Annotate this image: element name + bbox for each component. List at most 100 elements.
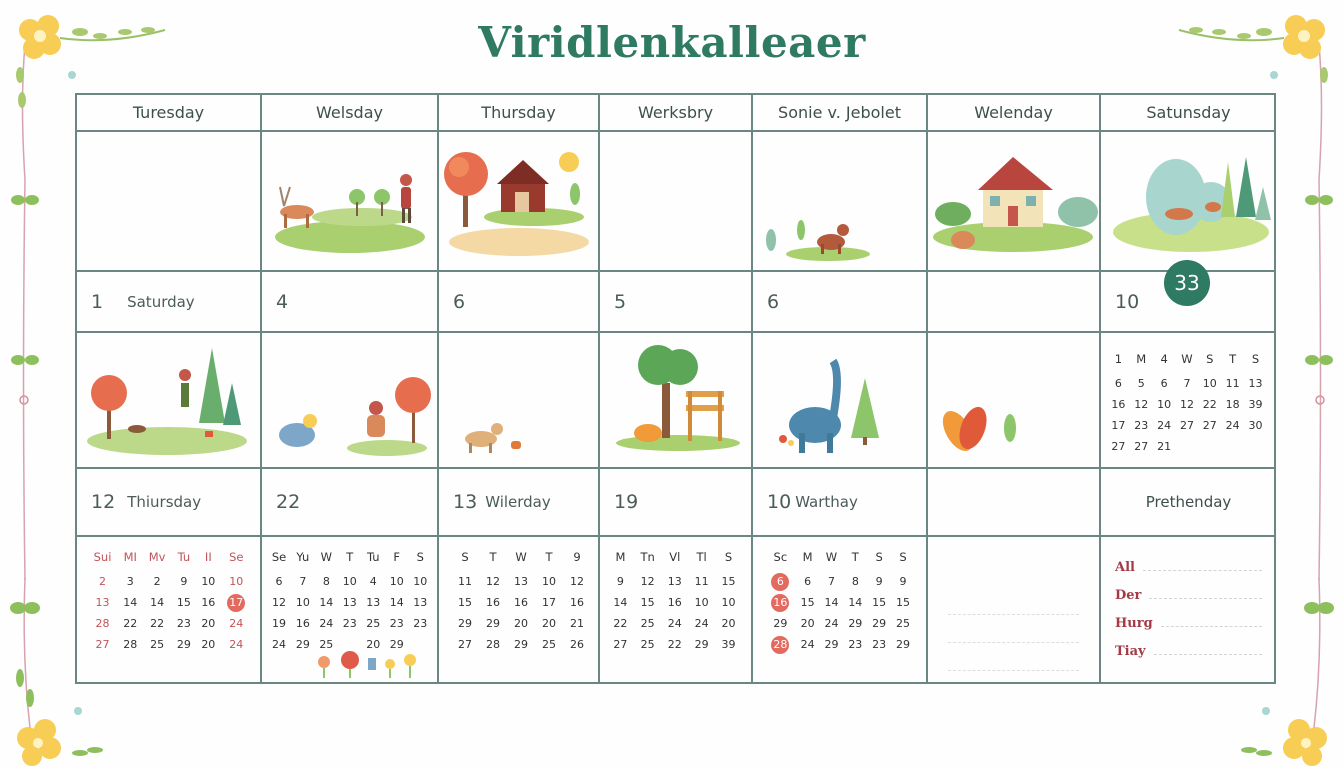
date-cell[interactable]: 24 <box>1221 415 1244 436</box>
day-cell[interactable] <box>77 333 260 467</box>
date-cell[interactable]: 7 <box>820 571 844 592</box>
date-cell[interactable]: 20 <box>796 613 820 634</box>
date-cell[interactable]: 39 <box>715 634 742 655</box>
date-cell[interactable]: 29 <box>843 613 867 634</box>
day-number-cell[interactable]: 6 <box>753 272 926 331</box>
date-cell[interactable]: 12 <box>1130 394 1153 415</box>
date-cell[interactable]: 13 <box>338 592 361 613</box>
day-cell[interactable] <box>439 132 598 270</box>
date-cell[interactable]: 16 <box>479 592 507 613</box>
date-cell[interactable]: 14 <box>843 592 867 613</box>
date-cell[interactable]: 12 <box>634 571 662 592</box>
date-cell[interactable]: 6 <box>267 571 291 592</box>
date-cell[interactable]: 17 <box>1107 415 1130 436</box>
date-cell[interactable]: 14 <box>142 592 171 613</box>
day-cell[interactable] <box>262 333 437 467</box>
date-cell[interactable]: 9 <box>607 571 634 592</box>
date-cell[interactable]: 29 <box>507 634 535 655</box>
date-cell[interactable]: 9 <box>172 571 196 592</box>
date-cell[interactable]: 11 <box>1221 373 1244 394</box>
date-cell[interactable]: 23 <box>1130 415 1153 436</box>
date-cell[interactable]: 13 <box>507 571 535 592</box>
date-cell[interactable]: 28 <box>87 613 118 634</box>
date-cell[interactable]: 29 <box>479 613 507 634</box>
date-cell[interactable]: 27 <box>1176 415 1199 436</box>
date-cell[interactable]: 25 <box>634 634 662 655</box>
date-cell[interactable]: 22 <box>142 613 171 634</box>
date-cell[interactable]: 3 <box>118 571 142 592</box>
day-cell[interactable] <box>753 333 926 467</box>
date-cell[interactable]: 15 <box>451 592 479 613</box>
date-cell[interactable]: 6 <box>1153 373 1176 394</box>
date-cell[interactable]: 8 <box>843 571 867 592</box>
date-cell[interactable]: 29 <box>688 634 715 655</box>
date-cell[interactable]: 28 <box>118 634 142 655</box>
date-cell[interactable]: 17 <box>535 592 563 613</box>
date-cell[interactable]: 15 <box>891 592 915 613</box>
note-row[interactable]: Der <box>1115 575 1262 603</box>
date-cell[interactable]: 16 <box>507 592 535 613</box>
date-cell[interactable]: 10 <box>385 571 408 592</box>
day-cell[interactable] <box>928 132 1099 270</box>
date-cell[interactable]: 16 <box>563 592 591 613</box>
date-cell[interactable]: 13 <box>362 592 385 613</box>
date-cell[interactable]: 10 <box>535 571 563 592</box>
day-cell[interactable] <box>753 132 926 270</box>
day-number-cell[interactable]: 19 <box>600 469 751 535</box>
date-cell[interactable]: 15 <box>796 592 820 613</box>
day-number-cell[interactable]: 4 <box>262 272 437 331</box>
note-row[interactable]: Hurg <box>1115 603 1262 631</box>
date-cell[interactable]: 29 <box>765 613 796 634</box>
date-cell[interactable]: 18 <box>1221 394 1244 415</box>
date-cell[interactable]: 23 <box>867 634 891 655</box>
date-cell[interactable]: 27 <box>1130 436 1153 457</box>
date-cell[interactable]: 24 <box>688 613 715 634</box>
date-cell[interactable]: 17 <box>221 592 252 613</box>
date-cell[interactable]: 30 <box>1244 415 1267 436</box>
day-number-cell[interactable] <box>928 469 1099 535</box>
date-cell[interactable]: 24 <box>661 613 688 634</box>
date-cell[interactable]: 24 <box>267 634 291 655</box>
date-cell[interactable]: 12 <box>1176 394 1199 415</box>
date-cell[interactable]: 39 <box>1244 394 1267 415</box>
date-cell[interactable]: 11 <box>688 571 715 592</box>
date-cell[interactable]: 10 <box>715 592 742 613</box>
date-cell[interactable]: 24 <box>315 613 338 634</box>
date-cell[interactable]: 22 <box>118 613 142 634</box>
day-cell[interactable] <box>928 333 1099 467</box>
date-cell[interactable]: 13 <box>408 592 432 613</box>
day-number-cell[interactable]: 13 Wilerday <box>439 469 598 535</box>
date-cell[interactable]: 10 <box>688 592 715 613</box>
date-cell[interactable]: 24 <box>221 634 252 655</box>
date-cell[interactable]: 23 <box>408 613 432 634</box>
date-cell[interactable]: 13 <box>1244 373 1267 394</box>
date-cell[interactable]: 10 <box>1198 373 1221 394</box>
date-cell[interactable]: 23 <box>385 613 408 634</box>
date-cell[interactable]: 15 <box>172 592 196 613</box>
date-cell[interactable]: 7 <box>291 571 314 592</box>
date-cell[interactable]: 16 <box>196 592 220 613</box>
date-cell[interactable]: 7 <box>1176 373 1199 394</box>
date-cell[interactable]: 16 <box>661 592 688 613</box>
date-cell[interactable]: 21 <box>563 613 591 634</box>
date-cell[interactable]: 28 <box>765 634 796 655</box>
date-cell[interactable]: 10 <box>221 571 252 592</box>
date-cell[interactable]: 12 <box>479 571 507 592</box>
day-cell[interactable] <box>262 132 437 270</box>
date-cell[interactable]: 27 <box>451 634 479 655</box>
date-cell[interactable]: 27 <box>87 634 118 655</box>
date-cell[interactable]: 25 <box>891 613 915 634</box>
note-row[interactable]: All <box>1115 547 1262 575</box>
highlighted-date[interactable]: 6 <box>771 572 790 591</box>
day-cell[interactable] <box>600 333 751 467</box>
date-cell[interactable]: 16 <box>1107 394 1130 415</box>
date-cell[interactable]: 14 <box>385 592 408 613</box>
date-cell[interactable]: 22 <box>1198 394 1221 415</box>
notes-blank-cell[interactable] <box>928 537 1099 684</box>
day-number-cell[interactable] <box>928 272 1099 331</box>
date-cell[interactable]: 4 <box>362 571 385 592</box>
date-cell[interactable]: 6 <box>796 571 820 592</box>
date-cell[interactable]: 23 <box>338 613 361 634</box>
highlighted-date[interactable]: 16 <box>771 593 790 612</box>
date-cell[interactable]: 5 <box>1130 373 1153 394</box>
